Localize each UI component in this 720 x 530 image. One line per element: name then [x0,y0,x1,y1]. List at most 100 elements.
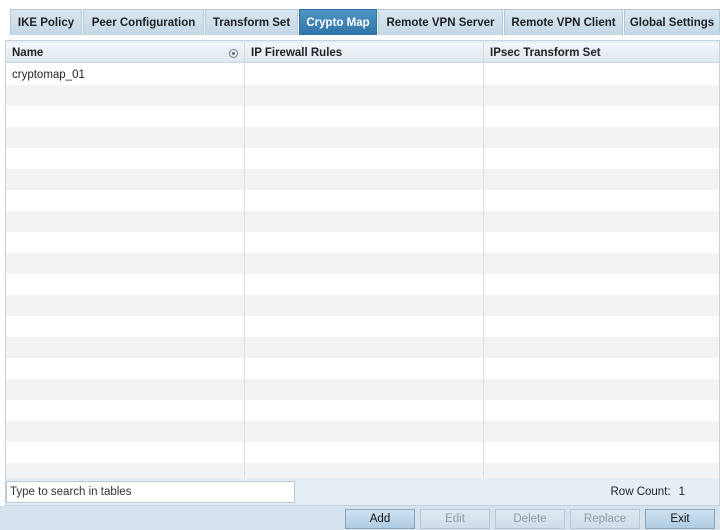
table-cell [484,274,719,295]
table-cell [6,148,244,169]
tab-remote-vpn-server[interactable]: Remote VPN Server [378,9,503,35]
table-row [6,85,719,106]
table-cell [245,400,483,421]
table-cell [245,211,483,232]
delete-button[interactable]: Delete [495,509,565,529]
table-cell [6,127,244,148]
table-cell [245,358,483,379]
table-cell [6,421,244,442]
column-sort-icon[interactable] [229,49,238,58]
table-cell [6,379,244,400]
table-cell [484,379,719,400]
table-cell [6,106,244,127]
crypto-map-panel: Name IP Firewall Rules IPsec Transform S… [5,40,720,506]
tab-bar: IKE Policy Peer Configuration Transform … [0,0,720,40]
table-cell [484,421,719,442]
column-divider [483,43,484,478]
table-cell [484,442,719,463]
table-cell [245,190,483,211]
table-cell [484,253,719,274]
table-row [6,190,719,211]
tab-peer-configuration[interactable]: Peer Configuration [83,9,204,35]
replace-button[interactable]: Replace [570,509,640,529]
table-row [6,463,719,478]
tab-global-settings[interactable]: Global Settings [624,9,720,35]
table-body: cryptomap_01 [6,64,719,478]
table-cell [6,190,244,211]
column-header-name[interactable]: Name [6,43,244,63]
table-row [6,253,719,274]
table-cell [245,253,483,274]
table-cell: cryptomap_01 [12,68,85,81]
table-cell [6,232,244,253]
table-cell [245,274,483,295]
row-count-label: Row Count: [610,486,671,498]
table-cell [6,316,244,337]
table-row [6,421,719,442]
table-cell [245,106,483,127]
table-cell [6,274,244,295]
table-cell [484,169,719,190]
table-cell [484,295,719,316]
table-header: Name IP Firewall Rules IPsec Transform S… [6,43,719,63]
table-cell [6,442,244,463]
table-cell [484,316,719,337]
table-row [6,127,719,148]
table-cell [6,295,244,316]
table-cell [484,358,719,379]
table-row [6,358,719,379]
table-row[interactable]: cryptomap_01 [6,64,719,85]
table-row [6,379,719,400]
table-cell [484,64,719,85]
table-cell [245,148,483,169]
table-row [6,442,719,463]
table-cell [484,400,719,421]
table-row [6,337,719,358]
column-header-ipsec-transform-set[interactable]: IPsec Transform Set [484,43,719,63]
tab-ike-policy[interactable]: IKE Policy [10,9,82,35]
table-cell [245,85,483,106]
exit-button[interactable]: Exit [645,509,715,529]
table-cell [484,337,719,358]
tab-transform-set[interactable]: Transform Set [205,9,298,35]
table-cell [6,400,244,421]
table-cell [484,148,719,169]
table-row [6,232,719,253]
table-cell [484,85,719,106]
row-count-value: 1 [678,486,685,498]
tab-crypto-map[interactable]: Crypto Map [299,9,377,35]
table-cell [484,190,719,211]
row-count: Row Count: 1 [611,481,686,503]
table-cell [245,442,483,463]
table-cell [484,232,719,253]
search-input[interactable] [6,481,295,503]
table-cell [245,295,483,316]
table-cell [245,169,483,190]
table-cell [484,106,719,127]
add-button[interactable]: Add [345,509,415,529]
table-cell [6,463,244,478]
table-cell [245,316,483,337]
tab-remote-vpn-client[interactable]: Remote VPN Client [504,9,623,35]
column-divider [244,43,245,478]
table-row [6,211,719,232]
table-cell [484,211,719,232]
table-cell [484,127,719,148]
table-row [6,148,719,169]
table-row [6,316,719,337]
table-row [6,106,719,127]
table-row [6,169,719,190]
table-cell [245,463,483,478]
table-cell [245,421,483,442]
table-row [6,400,719,421]
table-cell [6,337,244,358]
edit-button[interactable]: Edit [420,509,490,529]
table-cell [245,232,483,253]
table-cell [6,253,244,274]
button-bar: Add Edit Delete Replace Exit [0,506,720,530]
column-header-ip-firewall-rules[interactable]: IP Firewall Rules [245,43,483,63]
table-cell [484,463,719,478]
table-cell [6,169,244,190]
crypto-map-table: Name IP Firewall Rules IPsec Transform S… [6,43,719,478]
table-row [6,274,719,295]
